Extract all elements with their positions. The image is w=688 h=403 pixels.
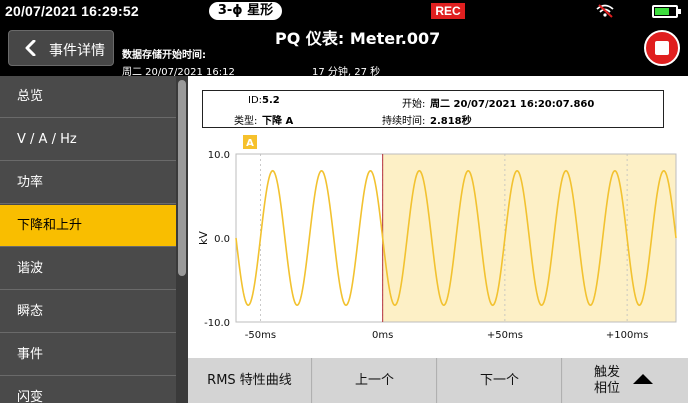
sidebar-item-label: V / A / Hz (17, 132, 77, 147)
sidebar-item-label: 总览 (17, 89, 44, 104)
rms-profile-button[interactable]: RMS 特性曲线 (188, 358, 312, 403)
sidebar-item-transients[interactable]: 瞬态 (0, 291, 176, 333)
event-type-label: 类型: (234, 116, 258, 127)
trigger-phase-button[interactable]: 触发 相位 (563, 358, 688, 403)
y-axis-label: kV (197, 231, 210, 245)
event-duration-label: 持续时间: (382, 116, 426, 127)
x-tick-label: -50ms (245, 330, 276, 341)
status-bar: 20/07/2021 16:29:52 3-ϕ 星形 REC (0, 0, 688, 22)
trigger-label-line1: 触发 (594, 365, 621, 380)
previous-label: 上一个 (354, 373, 394, 388)
scrollbar-thumb[interactable] (178, 80, 186, 276)
bottom-toolbar: RMS 特性曲线 上一个 下一个 触发 相位 (188, 358, 688, 403)
back-button-label: 事件详情 (49, 43, 105, 59)
header: 事件详情 PQ 仪表: Meter.007 数据存储开始时间: 周二 20/07… (0, 22, 688, 78)
storage-start-label: 数据存储开始时间: (122, 50, 206, 61)
previous-button[interactable]: 上一个 (313, 358, 437, 403)
event-id-label: ID: (248, 95, 263, 106)
sidebar-item-overview[interactable]: 总览 (0, 76, 176, 118)
stop-icon (655, 41, 669, 55)
y-tick-label: 0.0 (214, 234, 230, 245)
sidebar-scrollbar[interactable] (176, 76, 188, 403)
sidebar-item-events[interactable]: 事件 (0, 334, 176, 376)
event-type-value: 下降 A (262, 116, 294, 127)
status-datetime: 20/07/2021 16:29:52 (5, 3, 139, 19)
sidebar-item-label: 下降和上升 (17, 218, 83, 233)
phase-badge-label: A (246, 138, 254, 149)
sidebar-item-label: 瞬态 (17, 304, 44, 319)
trigger-label-line2: 相位 (594, 381, 621, 396)
battery-icon (652, 5, 681, 18)
sidebar-item-dips-swells[interactable]: 下降和上升 (0, 205, 176, 247)
sidebar: 总览 V / A / Hz 功率 下降和上升 谐波 瞬态 事件 闪变 (0, 76, 188, 403)
wiring-mode-badge: 3-ϕ 星形 (209, 2, 282, 20)
sidebar-item-vah[interactable]: V / A / Hz (0, 119, 176, 161)
sidebar-item-label: 功率 (17, 175, 44, 190)
next-button[interactable]: 下一个 (438, 358, 562, 403)
sidebar-item-flicker[interactable]: 闪变 (0, 377, 176, 403)
page-title: PQ 仪表: Meter.007 (275, 29, 441, 48)
event-id-value: 5.2 (262, 95, 280, 106)
event-info-box: ID: 5.2 开始: 周二 20/07/2021 16:20:07.860 类… (202, 90, 664, 128)
sidebar-item-label: 事件 (17, 347, 44, 362)
triangle-up-icon (633, 374, 653, 384)
trigger-phase-labels: 触发 相位 (594, 365, 620, 397)
back-button[interactable]: 事件详情 (8, 30, 114, 66)
event-duration-value: 2.818秒 (430, 116, 472, 127)
chevron-left-icon (25, 40, 36, 56)
rms-profile-label: RMS 特性曲线 (207, 373, 292, 388)
next-label: 下一个 (479, 373, 519, 388)
x-tick-label: +50ms (487, 330, 523, 341)
rec-badge: REC (431, 3, 465, 19)
y-tick-label: 10.0 (208, 150, 230, 161)
sidebar-item-harmonics[interactable]: 谐波 (0, 248, 176, 290)
x-tick-label: +100ms (606, 330, 648, 341)
battery-level (655, 8, 669, 15)
stop-record-button[interactable] (644, 30, 680, 66)
waveform-chart: -50ms 0ms +50ms +100ms 10.0 0.0 -10.0 kV A (197, 135, 677, 341)
main-panel: ID: 5.2 开始: 周二 20/07/2021 16:20:07.860 类… (188, 76, 688, 403)
signal-muted-icon (596, 4, 614, 18)
y-tick-label: -10.0 (204, 318, 230, 329)
sidebar-item-power[interactable]: 功率 (0, 162, 176, 204)
event-start-label: 开始: (402, 99, 426, 110)
sidebar-item-label: 谐波 (17, 261, 44, 276)
sidebar-item-label: 闪变 (17, 390, 44, 403)
event-start-value: 周二 20/07/2021 16:20:07.860 (430, 99, 595, 110)
x-tick-label: 0ms (372, 330, 393, 341)
